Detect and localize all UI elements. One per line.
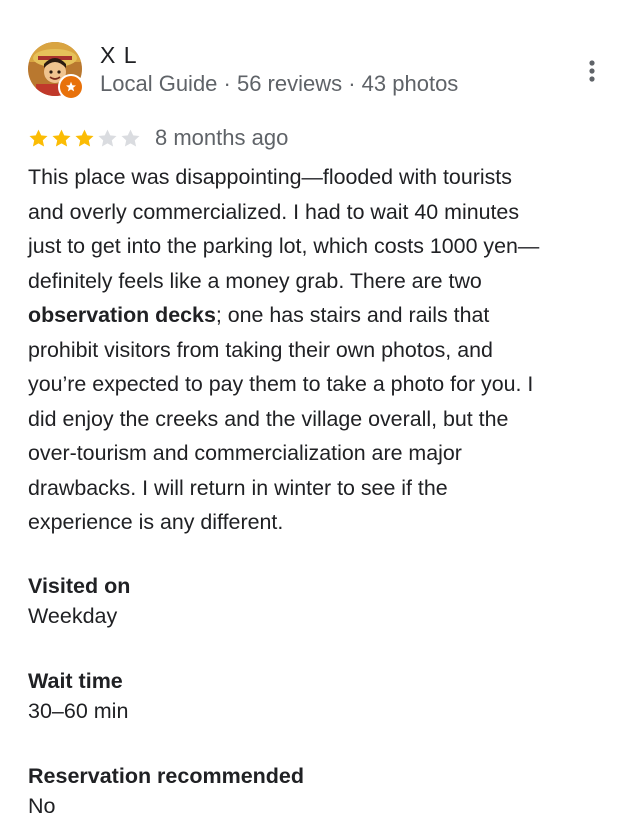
review-text-segment: This place was disappointing—flooded wit… (28, 165, 512, 189)
reviewer-name[interactable]: X L (100, 42, 138, 68)
more-options-button[interactable] (580, 54, 604, 88)
review-text-segment: drawbacks. I will return in winter to se… (28, 475, 448, 500)
detail-label: Visited on (28, 574, 131, 598)
review-text-line: did enjoy the creeks and the village ove… (28, 402, 610, 437)
star-empty-icon (97, 128, 118, 149)
review-text-segment: just to get into the parking lot, which … (28, 234, 540, 258)
review-text-segment: over-tourism and commercialization are m… (28, 441, 462, 465)
detail-value: 30–60 min (28, 699, 129, 723)
review-text-segment: ; one has stairs and rails that (215, 303, 490, 327)
review-text-segment: did enjoy the creeks and the village ove… (28, 406, 509, 431)
review-text-line: just to get into the parking lot, which … (28, 229, 610, 264)
review-date: 8 months ago (155, 125, 289, 150)
review-text: This place was disappointing—flooded wit… (28, 160, 610, 540)
review-text-line: and overly commercialized. I had to wait… (28, 195, 610, 230)
review-text-line: observation decks; one has stairs and ra… (28, 298, 610, 333)
review-text-segment: you’re expected to pay them to take a ph… (28, 372, 534, 396)
detail-label: Reservation recommended (28, 764, 305, 788)
review-header: X L Local Guide · 56 reviews · 43 photos (28, 40, 608, 100)
detail-reservation: Reservation recommended No (28, 761, 588, 821)
local-guide-badge-icon (58, 74, 84, 100)
review-text-line: This place was disappointing—flooded wit… (28, 160, 610, 195)
detail-visited-on: Visited on Weekday (28, 571, 588, 631)
detail-value: No (28, 794, 56, 818)
reviewer-meta: Local Guide · 56 reviews · 43 photos (100, 71, 459, 96)
review-text-line: experience is any different. (28, 505, 610, 540)
review-text-line: drawbacks. I will return in winter to se… (28, 471, 610, 506)
review-text-line: you’re expected to pay them to take a ph… (28, 367, 610, 402)
review-text-segment: prohibit visitors from taking their own … (28, 337, 493, 362)
review-text-segment: experience is any different. (28, 510, 284, 534)
review-bold-phrase: observation decks (28, 303, 216, 327)
star-filled-icon (74, 128, 95, 149)
review-text-line: definitely feels like a money grab. Ther… (28, 264, 610, 299)
review-text-segment: definitely feels like a money grab. Ther… (28, 268, 482, 293)
star-filled-icon (28, 128, 49, 149)
review-text-line: prohibit visitors from taking their own … (28, 333, 610, 368)
detail-label: Wait time (28, 669, 123, 693)
detail-wait-time: Wait time 30–60 min (28, 666, 588, 726)
more-vert-icon (589, 60, 595, 82)
review-text-line: over-tourism and commercialization are m… (28, 436, 610, 471)
star-rating (28, 128, 141, 149)
star-filled-icon (51, 128, 72, 149)
review-text-segment: and overly commercialized. I had to wait… (28, 199, 520, 224)
rating-row: 8 months ago (28, 124, 288, 152)
star-empty-icon (120, 128, 141, 149)
detail-value: Weekday (28, 604, 118, 628)
